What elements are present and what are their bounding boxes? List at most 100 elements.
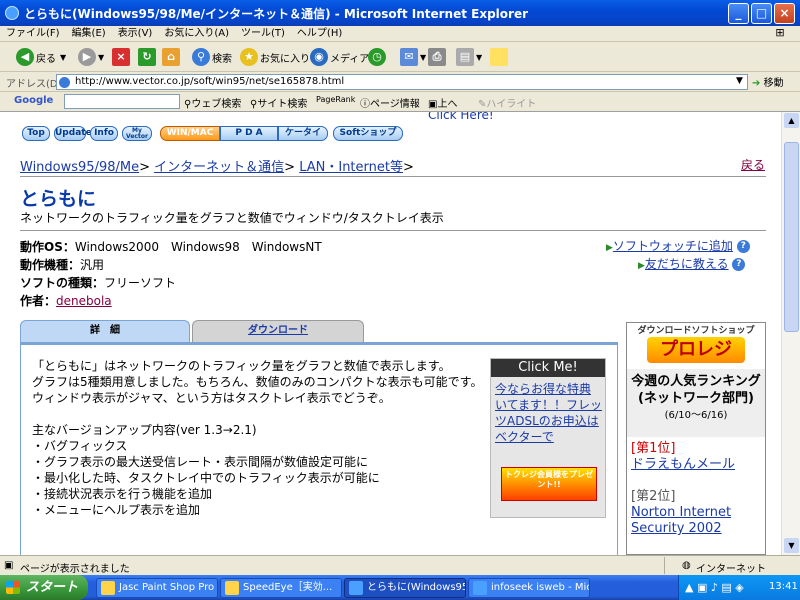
stop-button[interactable]: × [112, 46, 132, 68]
tray-icons[interactable]: ▲ ▣ ♪ ▤ ◈ [685, 581, 744, 594]
go-button[interactable]: ➔ 移動 [752, 74, 784, 89]
ad-link[interactable]: 今ならお得な特典いてます！！フレッツADSLのお申込はベクターで [495, 381, 603, 445]
breadcrumb-windows[interactable]: Windows95/98/Me [20, 160, 139, 175]
nav-pda-tab[interactable]: P D A [220, 126, 278, 141]
scroll-up-icon[interactable]: ▲ [784, 113, 799, 128]
back-link[interactable]: 戻る [741, 156, 765, 173]
menu-view[interactable]: 表示(V) [112, 26, 159, 42]
home-button[interactable]: ⌂ [162, 46, 182, 68]
nav-softshop-button[interactable]: Softショップ [333, 126, 403, 141]
close-button[interactable]: × [774, 3, 795, 24]
go-arrow-icon: ➔ [752, 78, 761, 89]
app-icon [101, 581, 115, 595]
windows-logo-icon: ⊞ [775, 26, 785, 39]
messenger-button[interactable] [490, 46, 510, 68]
help-icon[interactable]: ? [732, 258, 746, 271]
nav-top-button[interactable]: Top [22, 126, 50, 141]
help-icon[interactable]: ? [736, 240, 750, 253]
star-icon: ★ [240, 48, 258, 66]
ad-banner[interactable]: トクレジ会員様をプレゼント!! [501, 467, 597, 501]
address-input[interactable]: http://www.vector.co.jp/soft/win95/net/s… [56, 74, 748, 90]
search-icon: ⚲ [192, 48, 210, 66]
nav-myvector-button[interactable]: My Vector [122, 126, 152, 141]
click-here-link[interactable]: Click Here! [428, 112, 494, 122]
edit-icon: ▤ [456, 48, 474, 66]
google-toolbar: Google ⚲ウェブ検索 ⚲サイト検索 PageRank ⓘページ情報 ▣上へ… [0, 92, 800, 112]
page-content: Click Here! Top Update Info My Vector WI… [0, 112, 781, 555]
prolj-logo[interactable]: プロレジ [647, 337, 745, 363]
up-button[interactable]: ▣上へ [428, 95, 457, 110]
breadcrumb-internet[interactable]: インターネット＆通信 [154, 160, 284, 175]
menu-tools[interactable]: ツール(T) [235, 26, 291, 42]
forward-arrow-icon: ▶ [78, 48, 96, 66]
zone-text: インターネット [696, 564, 766, 575]
breadcrumb: Windows95/98/Me> インターネット＆通信> LAN・Interne… [20, 160, 414, 175]
app-icon [225, 581, 239, 595]
minimize-button[interactable]: _ [728, 3, 749, 24]
forward-button[interactable]: ▶ ▼ [78, 46, 104, 68]
history-button[interactable]: ◷ [368, 46, 388, 68]
back-button[interactable]: ◀ 戻る ▼ [16, 46, 66, 68]
shop-header: ダウンロードソフトショップ [637, 326, 755, 336]
menu-edit[interactable]: 編集(E) [66, 26, 112, 42]
task-infoseek[interactable]: infoseek isweb - Mic... [468, 578, 590, 598]
nav-keitai-tab[interactable]: ケータイ [278, 126, 328, 141]
task-toramoni[interactable]: とらもに(Windows95/9... [344, 578, 466, 598]
google-logo[interactable]: Google [14, 95, 53, 106]
tab-detail[interactable]: 詳 細 [20, 320, 190, 342]
media-button[interactable]: ◉ メディア [310, 46, 369, 68]
address-label: アドレス(D) [6, 79, 62, 90]
print-button[interactable]: ⎙ [428, 46, 448, 68]
stop-icon: × [112, 48, 130, 66]
site-search-button[interactable]: ⚲サイト検索 [250, 95, 307, 110]
nav-update-button[interactable]: Update [54, 126, 92, 141]
tab-download[interactable]: ダウンロード [192, 320, 364, 342]
app-title: とらもに [20, 188, 97, 210]
scroll-down-icon[interactable]: ▼ [784, 538, 799, 553]
softwatch-link[interactable]: ソフトウォッチに追加 [613, 239, 733, 253]
nav-winmac-tab[interactable]: WIN/MAC [160, 126, 220, 141]
status-text: ページが表示されました [20, 564, 130, 575]
rank-2-link[interactable]: Norton Internet Security 2002 [631, 505, 763, 537]
scroll-thumb[interactable] [784, 142, 799, 332]
tell-friend-link[interactable]: 友だちに教える [645, 257, 729, 271]
menu-file[interactable]: ファイル(F) [0, 26, 66, 42]
standard-toolbar: ◀ 戻る ▼ ▶ ▼ × ↻ ⌂ ⚲ 検索 ★ お気に入り ◉ メディア ◷ ✉ ▼ ⎙ ▤ ▼ [0, 42, 800, 72]
info-icon: ⓘ [360, 99, 370, 110]
search-button[interactable]: ⚲ 検索 [192, 46, 232, 68]
pagerank-meter[interactable]: PageRank [316, 95, 355, 104]
divider [20, 176, 766, 177]
globe-icon: ◍ [682, 560, 691, 571]
maximize-button[interactable]: □ [751, 3, 772, 24]
triangle-icon: ▶ [606, 243, 613, 253]
vertical-scrollbar[interactable]: ▲ ▼ [781, 112, 800, 555]
page-info-button[interactable]: ⓘページ情報 [360, 95, 420, 110]
task-speedeye[interactable]: SpeedEye［実効... [220, 578, 342, 598]
favorites-button[interactable]: ★ お気に入り [240, 46, 310, 68]
detail-text: 「とらもに」はネットワークのトラフィック量をグラフと数値で表示します。 グラフは… [32, 359, 483, 517]
author-link[interactable]: denebola [56, 294, 112, 308]
start-button[interactable]: スタート [0, 575, 88, 600]
nav-info-button[interactable]: Info [90, 126, 118, 141]
shop-sidebar: ダウンロードソフトショップ プロレジ 今週の人気ランキング (ネットワーク部門)… [626, 322, 766, 555]
task-paintshop[interactable]: Jasc Paint Shop Pro ... [96, 578, 218, 598]
mail-icon: ✉ [400, 48, 418, 66]
system-tray: ▲ ▣ ♪ ▤ ◈ 13:41 [678, 575, 800, 600]
title-bar[interactable]: とらもに(Windows95/98/Me/インターネット＆通信) - Micro… [0, 0, 800, 26]
media-icon: ◉ [310, 48, 328, 66]
back-arrow-icon: ◀ [16, 48, 34, 66]
triangle-icon: ▶ [638, 261, 645, 271]
model-row: 動作機種：汎用 [20, 258, 105, 272]
edit-button[interactable]: ▤ ▼ [456, 46, 482, 68]
mail-button[interactable]: ✉ ▼ [400, 46, 426, 68]
highlight-button[interactable]: ✎ハイライト [478, 95, 536, 110]
address-dropdown-icon[interactable]: ▼ [736, 76, 743, 86]
rank-1-link[interactable]: ドラえもんメール [631, 457, 763, 473]
menu-favorites[interactable]: お気に入り(A) [158, 26, 235, 42]
refresh-button[interactable]: ↻ [138, 46, 158, 68]
ie-icon [473, 581, 487, 595]
breadcrumb-lan[interactable]: LAN・Internet等 [299, 160, 403, 175]
menu-help[interactable]: ヘルプ(H) [291, 26, 348, 42]
web-search-button[interactable]: ⚲ウェブ検索 [184, 95, 241, 110]
google-search-input[interactable] [64, 94, 180, 109]
